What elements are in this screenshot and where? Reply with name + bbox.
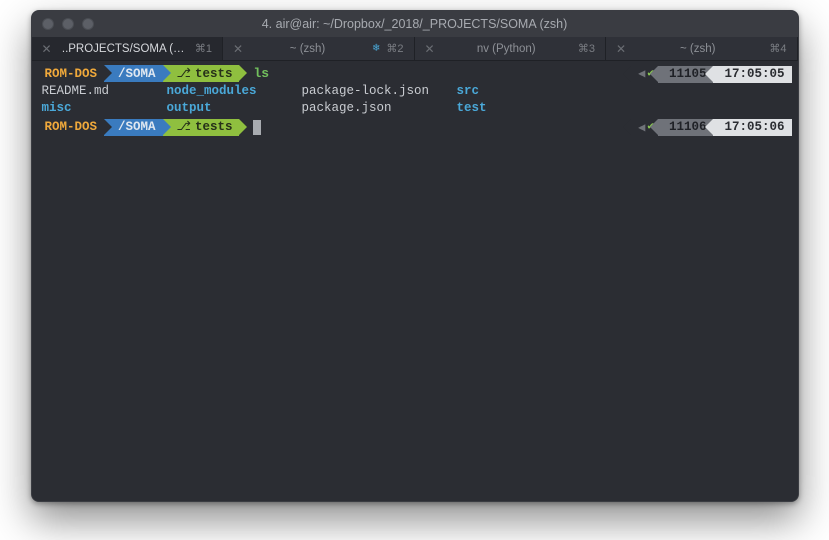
minimize-window-icon[interactable]: [62, 18, 74, 30]
tab-2[interactable]: ✕ ~ (zsh) ❄ ⌘2: [223, 37, 415, 60]
prompt-right: ◀ ✔ 11106 17:05:06: [631, 119, 791, 136]
terminal-window: 4. air@air: ~/Dropbox/_2018/_PROJECTS/SO…: [31, 10, 799, 502]
tab-bar: ✕ ..PROJECTS/SOMA (… ⌘1 ✕ ~ (zsh) ❄ ⌘2 ✕…: [32, 37, 798, 61]
close-icon[interactable]: ✕: [616, 43, 626, 55]
activity-icon: ❄: [372, 43, 380, 54]
time-segment: 17:05:05: [713, 66, 791, 83]
tab-shortcut: ⌘4: [769, 42, 786, 55]
dir-item: test: [457, 100, 517, 117]
titlebar[interactable]: 4. air@air: ~/Dropbox/_2018/_PROJECTS/SO…: [32, 11, 798, 37]
tab-label: ~ (zsh): [632, 43, 763, 55]
ls-output: README.md node_modules package-lock.json…: [38, 83, 792, 117]
prompt-host-segment: ROM-DOS: [38, 65, 105, 82]
file-item: README.md: [42, 83, 167, 100]
zoom-window-icon[interactable]: [82, 18, 94, 30]
tab-shortcut: ⌘1: [195, 42, 212, 55]
close-icon[interactable]: ✕: [425, 43, 435, 55]
branch-name: tests: [195, 66, 233, 83]
prompt-left: ROM-DOS /SOMA ⎇ tests ls: [38, 65, 632, 83]
window-title: 4. air@air: ~/Dropbox/_2018/_PROJECTS/SO…: [32, 17, 798, 31]
time-segment: 17:05:06: [713, 119, 791, 136]
command-text: ls: [253, 65, 269, 83]
close-icon[interactable]: ✕: [42, 43, 52, 55]
dir-item: node_modules: [167, 83, 302, 100]
git-branch-icon: ⎇: [177, 119, 191, 136]
tab-label: nv (Python): [441, 43, 572, 55]
file-item: package-lock.json: [302, 83, 457, 100]
prompt-path-segment: /SOMA: [104, 119, 163, 136]
dir-item: src: [457, 83, 517, 100]
close-icon[interactable]: ✕: [233, 43, 243, 55]
close-window-icon[interactable]: [42, 18, 54, 30]
tab-shortcut: ⌘2: [386, 42, 403, 55]
prompt-branch-segment: ⎇ tests: [163, 119, 240, 136]
tab-3[interactable]: ✕ nv (Python) ⌘3: [415, 37, 607, 60]
prompt-host-segment: ROM-DOS: [38, 119, 105, 136]
prompt-left: ROM-DOS /SOMA ⎇ tests: [38, 119, 632, 136]
chevron-left-icon: ◀: [638, 66, 645, 82]
cursor: [253, 120, 261, 135]
prompt-line: ROM-DOS /SOMA ⎇ tests ls ◀ ✔ 11105 17:05…: [38, 65, 792, 83]
prompt-path-segment: /SOMA: [104, 65, 163, 82]
file-item: package.json: [302, 100, 457, 117]
prompt-line: ROM-DOS /SOMA ⎇ tests ◀ ✔ 11106 17:05:06: [38, 119, 792, 137]
tab-4[interactable]: ✕ ~ (zsh) ⌘4: [606, 37, 798, 60]
dir-item: misc: [42, 100, 167, 117]
git-branch-icon: ⎇: [177, 66, 191, 83]
prompt-right: ◀ ✔ 11105 17:05:05: [631, 66, 791, 83]
tab-label: ~ (zsh): [249, 43, 366, 55]
dir-item: output: [167, 100, 302, 117]
traffic-lights: [42, 18, 94, 30]
chevron-left-icon: ◀: [638, 120, 645, 136]
prompt-branch-segment: ⎇ tests: [163, 65, 240, 82]
tab-1[interactable]: ✕ ..PROJECTS/SOMA (… ⌘1: [32, 37, 224, 60]
tab-shortcut: ⌘3: [578, 42, 595, 55]
terminal-body[interactable]: ROM-DOS /SOMA ⎇ tests ls ◀ ✔ 11105 17:05…: [32, 61, 798, 501]
tab-label: ..PROJECTS/SOMA (…: [58, 43, 189, 55]
branch-name: tests: [195, 119, 233, 136]
